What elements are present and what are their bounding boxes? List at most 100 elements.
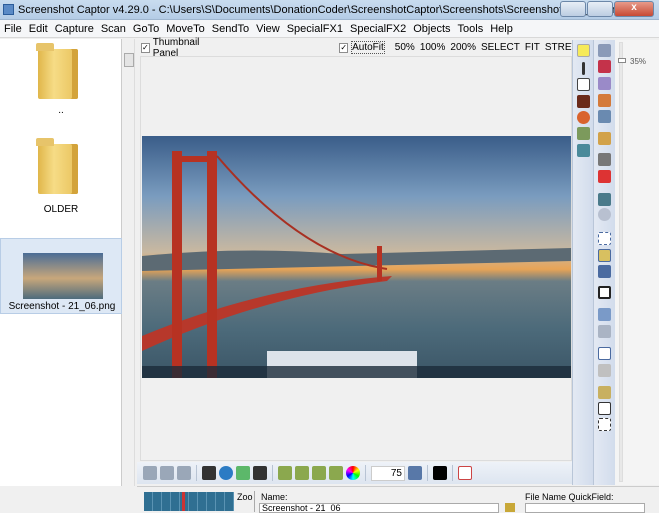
close-button[interactable]: x [614, 1, 654, 17]
menu-specialfx1[interactable]: SpecialFX1 [287, 23, 343, 35]
settings-icon[interactable] [598, 208, 611, 221]
pdf-icon[interactable] [458, 466, 472, 480]
rename-icon[interactable] [598, 94, 611, 107]
frame-1-icon[interactable] [278, 466, 292, 480]
window-title: Screenshot Captor v4.29.0 - C:\Users\S\D… [18, 4, 624, 16]
thumbnail-label: OLDER [43, 204, 79, 215]
scan-text-icon[interactable] [160, 466, 174, 480]
brush-icon[interactable] [577, 95, 590, 108]
select-object-icon[interactable] [598, 249, 611, 262]
thumbnail-screenshot[interactable]: Screenshot - 21_06.png [0, 238, 122, 314]
mountain-icon[interactable] [202, 466, 216, 480]
text-tool-icon[interactable] [577, 78, 590, 91]
quickfield-input[interactable] [525, 503, 645, 513]
thumbnail-scrollbar[interactable] [122, 39, 135, 486]
zoom-slider[interactable]: 35% [615, 40, 659, 485]
frame-4-icon[interactable] [329, 466, 343, 480]
object-toolbar [572, 40, 593, 485]
clipboard-icon[interactable] [598, 132, 611, 145]
folder-icon [36, 138, 78, 194]
save-icon[interactable] [598, 44, 611, 57]
fit-icon[interactable] [408, 466, 422, 480]
save-as-icon[interactable] [598, 60, 611, 73]
bevel-icon[interactable] [598, 364, 611, 377]
scan-ocr-icon[interactable] [177, 466, 191, 480]
zoom-select[interactable]: SELECT [481, 42, 520, 53]
menu-file[interactable]: File [4, 23, 22, 35]
file-toolbar [593, 40, 615, 485]
select-icon[interactable] [598, 232, 611, 245]
app-icon [3, 4, 14, 15]
grid-icon[interactable] [598, 347, 611, 360]
menu-sendto[interactable]: SendTo [212, 23, 249, 35]
thumbnail-folder-up[interactable]: .. [0, 39, 122, 129]
menu-edit[interactable]: Edit [29, 23, 48, 35]
screenshot-image[interactable] [142, 136, 571, 378]
zoom-fit[interactable]: FIT [525, 42, 540, 53]
zoom-label: Zoo [237, 492, 253, 502]
maximize-button[interactable] [587, 1, 613, 17]
deselect-icon[interactable] [598, 418, 611, 431]
zoom-200[interactable]: 200% [450, 42, 476, 53]
layers-icon[interactable] [577, 127, 590, 140]
edit-icon[interactable] [598, 77, 611, 90]
print-icon[interactable] [598, 153, 611, 166]
crop-icon[interactable] [598, 286, 611, 299]
thumbnail-image [23, 253, 103, 299]
menu-objects[interactable]: Objects [413, 23, 450, 35]
menu-bar: File Edit Capture Scan GoTo MoveTo SendT… [0, 20, 659, 38]
arrow-tool-icon[interactable] [582, 62, 585, 75]
bottom-toolbar: 75 [137, 462, 572, 484]
thumbnail-label: .. [58, 105, 64, 116]
send-icon[interactable] [598, 170, 611, 183]
autofit-checkbox[interactable]: ✓ [339, 42, 349, 53]
quickfield-label: File Name QuickField: [525, 492, 614, 502]
fit-image-icon[interactable] [598, 265, 611, 278]
slider-track[interactable] [619, 42, 623, 482]
zoom-50[interactable]: 50% [395, 42, 415, 53]
zoom-stepper[interactable]: 75 [371, 465, 405, 481]
thumbnail-panel: .. OLDER Screenshot - 21_06.png [0, 39, 122, 486]
zoom-100[interactable]: 100% [420, 42, 446, 53]
cursor-icon[interactable] [433, 466, 447, 480]
thumbnail-label: Screenshot - 21_06.png [8, 301, 116, 312]
name-label: Name: [261, 492, 288, 502]
globe-icon[interactable] [219, 466, 233, 480]
menu-view[interactable]: View [256, 23, 280, 35]
thumbnail-panel-checkbox[interactable]: ✓ [141, 42, 150, 53]
view-options-bar: ✓ Thumbnail Panel ✓ AutoFit 50% 100% 200… [137, 37, 592, 59]
shadow-icon[interactable] [598, 325, 611, 338]
menu-specialfx2[interactable]: SpecialFX2 [350, 23, 406, 35]
image-icon[interactable] [577, 144, 590, 157]
folder-icon [36, 43, 78, 99]
adjust-icon[interactable] [253, 466, 267, 480]
menu-goto[interactable]: GoTo [133, 23, 159, 35]
frame-2-icon[interactable] [295, 466, 309, 480]
pointer-icon[interactable] [598, 402, 611, 415]
name-input[interactable]: Screenshot - 21_06 [259, 503, 499, 513]
minimize-button[interactable] [560, 1, 586, 17]
thumbnail-folder-older[interactable]: OLDER [0, 134, 122, 224]
zoom-preview [144, 492, 234, 511]
scrollbar-thumb[interactable] [124, 53, 134, 67]
upload-icon[interactable] [598, 193, 611, 206]
slider-handle[interactable] [618, 58, 626, 63]
note-icon[interactable] [577, 44, 590, 57]
frame-3-icon[interactable] [312, 466, 326, 480]
title-bar: Screenshot Captor v4.29.0 - C:\Users\S\D… [0, 0, 659, 20]
border-icon[interactable] [598, 308, 611, 321]
bridge-landscape [142, 151, 571, 378]
wand-icon[interactable] [598, 386, 611, 399]
menu-capture[interactable]: Capture [55, 23, 94, 35]
menu-scan[interactable]: Scan [101, 23, 126, 35]
scan-icon[interactable] [143, 466, 157, 480]
shapes-icon[interactable] [577, 111, 590, 124]
menu-tools[interactable]: Tools [458, 23, 484, 35]
list-icon[interactable] [236, 466, 250, 480]
menu-moveto[interactable]: MoveTo [166, 23, 205, 35]
slider-value: 35% [630, 57, 647, 66]
delete-icon[interactable] [598, 110, 611, 123]
color-wheel-icon[interactable] [346, 466, 360, 480]
menu-help[interactable]: Help [490, 23, 513, 35]
autofit-label: AutoFit [351, 41, 385, 54]
